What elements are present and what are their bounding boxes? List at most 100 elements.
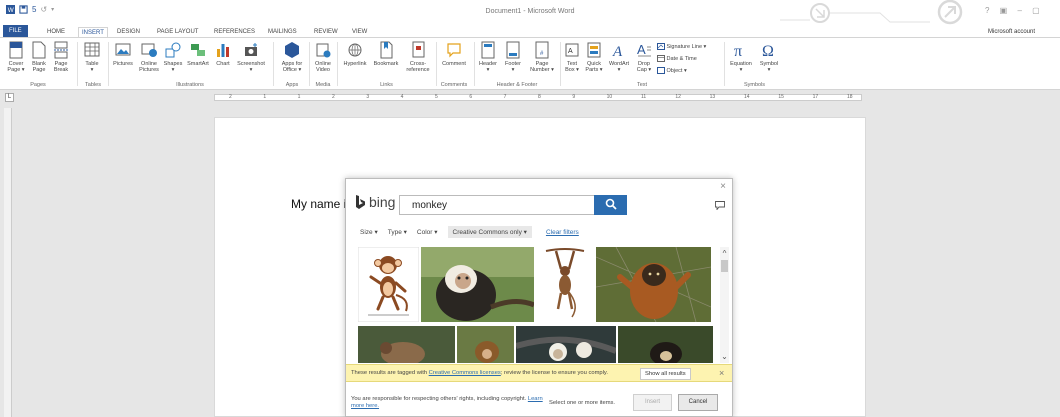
color-filter[interactable]: Color ▾ (417, 228, 438, 236)
page-break-button[interactable]: Page Break (51, 41, 71, 73)
page-number-button[interactable]: # Page Number ▾ (526, 41, 558, 73)
size-filter[interactable]: Size ▾ (360, 228, 378, 236)
ribbon-separator (474, 42, 475, 86)
hyperlink-button[interactable]: Hyperlink (339, 41, 371, 67)
drop-cap-icon: A (637, 42, 651, 57)
results-scrollbar[interactable]: ^ ⌄ (720, 247, 729, 363)
chart-label: Chart (216, 61, 230, 67)
online-pictures-button[interactable]: Online Pictures (137, 41, 161, 73)
chevron-down-icon[interactable]: ⌄ (720, 352, 729, 361)
horizontal-ruler[interactable]: 2 1 1 2 3 4 5 6 7 8 9 10 11 12 13 14 15 17 18 (214, 94, 862, 101)
wordart-label: WordArt ▾ (608, 61, 630, 73)
ruler-number: 8 (538, 94, 541, 100)
ruler-number: 10 (606, 94, 613, 100)
online-video-icon (316, 43, 331, 58)
cancel-button[interactable]: Cancel (678, 394, 718, 411)
document-text[interactable]: My name i (291, 197, 346, 211)
ruler-area: L 2 1 1 2 3 4 5 6 7 8 9 10 11 12 13 14 15 17 18 (0, 91, 1060, 104)
online-video-button[interactable]: Online Video (311, 41, 335, 73)
screenshot-label: Screenshot ▾ (237, 61, 265, 73)
type-filter[interactable]: Type ▾ (388, 228, 407, 236)
image-thumbnail[interactable] (516, 326, 616, 363)
quick-parts-icon (587, 42, 601, 58)
drop-cap-button[interactable]: A Drop Cap ▾ (634, 41, 654, 73)
smartart-button[interactable]: SmartArt (185, 41, 211, 67)
screenshot-button[interactable]: Screenshot ▾ (234, 41, 268, 73)
group-label-pages: Pages (30, 82, 46, 88)
comment-button[interactable]: Comment (438, 41, 470, 67)
page-number-label: Page Number ▾ (530, 61, 554, 73)
cover-page-button[interactable]: Cover Page ▾ (5, 41, 27, 73)
chart-button[interactable]: Chart (213, 41, 233, 67)
text-box-button[interactable]: A Text Box ▾ (562, 41, 582, 73)
ruler-number: 11 (641, 94, 647, 100)
license-filter[interactable]: Creative Commons only ▾ (447, 226, 532, 238)
title-bar: W 5 ↺ ▾ Document1 - Microsoft Word ? ▣ –… (0, 0, 1060, 25)
symbol-icon: Ω (762, 43, 774, 59)
scroll-thumb[interactable] (721, 260, 728, 272)
group-label-comments: Comments (440, 82, 468, 88)
vertical-ruler[interactable] (4, 108, 12, 417)
equation-button[interactable]: π Equation ▾ (727, 41, 755, 73)
group-label-links: Links (380, 82, 393, 88)
apps-for-office-button[interactable]: Apps for Office ▾ (277, 41, 307, 73)
dialog-close-icon[interactable]: × (720, 181, 726, 192)
ribbon-separator (436, 42, 437, 86)
ribbon-separator (108, 42, 109, 86)
bing-image-search-dialog: × bing Size ▾ Type ▾ Color ▾ Creative Co… (345, 178, 733, 417)
ruler-number: 17 (812, 94, 819, 100)
insert-button[interactable]: Insert (633, 394, 672, 411)
image-thumbnail[interactable] (618, 326, 713, 363)
header-button[interactable]: Header ▾ (476, 41, 500, 73)
tab-selector-icon[interactable]: L (5, 93, 14, 102)
date-time-button[interactable]: Date & Time (657, 55, 697, 62)
cross-reference-icon (412, 41, 425, 58)
image-thumbnail[interactable] (536, 247, 594, 322)
image-thumbnail[interactable] (596, 247, 711, 322)
signature-line-button[interactable]: Signature Line ▾ (657, 43, 706, 50)
svg-text:π: π (734, 43, 742, 59)
hyperlink-icon (348, 43, 362, 57)
quick-parts-button[interactable]: Quick Parts ▾ (583, 41, 605, 73)
symbol-label: Symbol ▾ (759, 61, 779, 73)
wordart-button[interactable]: A WordArt ▾ (606, 41, 632, 73)
bookmark-button[interactable]: Bookmark (372, 41, 400, 67)
image-thumbnail[interactable] (421, 247, 534, 322)
ribbon-separator (724, 42, 725, 86)
date-time-icon (657, 55, 665, 62)
group-label-symbols: Symbols (743, 82, 766, 88)
clear-filters-link[interactable]: Clear filters (546, 229, 579, 236)
svg-text:A: A (568, 48, 573, 55)
apps-for-office-label: Apps for Office ▾ (281, 61, 303, 73)
online-pictures-label: Online Pictures (139, 61, 159, 73)
svg-text:A: A (612, 44, 623, 59)
wordart-icon: A (612, 44, 623, 59)
footer-button[interactable]: Footer ▾ (501, 41, 525, 73)
chevron-up-icon[interactable]: ^ (720, 249, 729, 258)
object-button[interactable]: Object ▾ (657, 67, 687, 74)
search-input[interactable] (399, 195, 595, 215)
cover-page-icon (9, 41, 23, 59)
cc-notice-prefix: These results are tagged with (351, 370, 429, 376)
feedback-icon[interactable] (715, 201, 725, 210)
pictures-button[interactable]: Pictures (110, 41, 136, 67)
show-all-results-button[interactable]: Show all results (640, 368, 691, 380)
blank-page-button[interactable]: Blank Page (29, 41, 49, 73)
shapes-button[interactable]: Shapes ▾ (162, 41, 184, 73)
notice-close-icon[interactable]: × (719, 368, 724, 378)
hyperlink-label: Hyperlink (343, 61, 367, 67)
ruler-number: 14 (744, 94, 750, 100)
ruler-number: 9 (572, 94, 576, 100)
image-thumbnail[interactable] (358, 326, 455, 363)
account-name[interactable]: Microsoft account (988, 29, 1035, 35)
symbol-button[interactable]: Ω Symbol ▾ (756, 41, 782, 73)
table-button[interactable]: Table ▾ (82, 41, 102, 73)
cross-reference-button[interactable]: Cross- reference (402, 41, 434, 73)
window-controls[interactable]: ? ▣ – ▢ (985, 6, 1044, 15)
search-button[interactable] (594, 195, 627, 215)
image-thumbnail[interactable] (457, 326, 514, 363)
image-thumbnail[interactable] (358, 247, 419, 322)
cc-licenses-link[interactable]: Creative Commons licenses (429, 370, 501, 376)
comment-icon (447, 43, 461, 58)
filter-bar: Size ▾ Type ▾ Color ▾ Creative Commons o… (360, 226, 589, 238)
